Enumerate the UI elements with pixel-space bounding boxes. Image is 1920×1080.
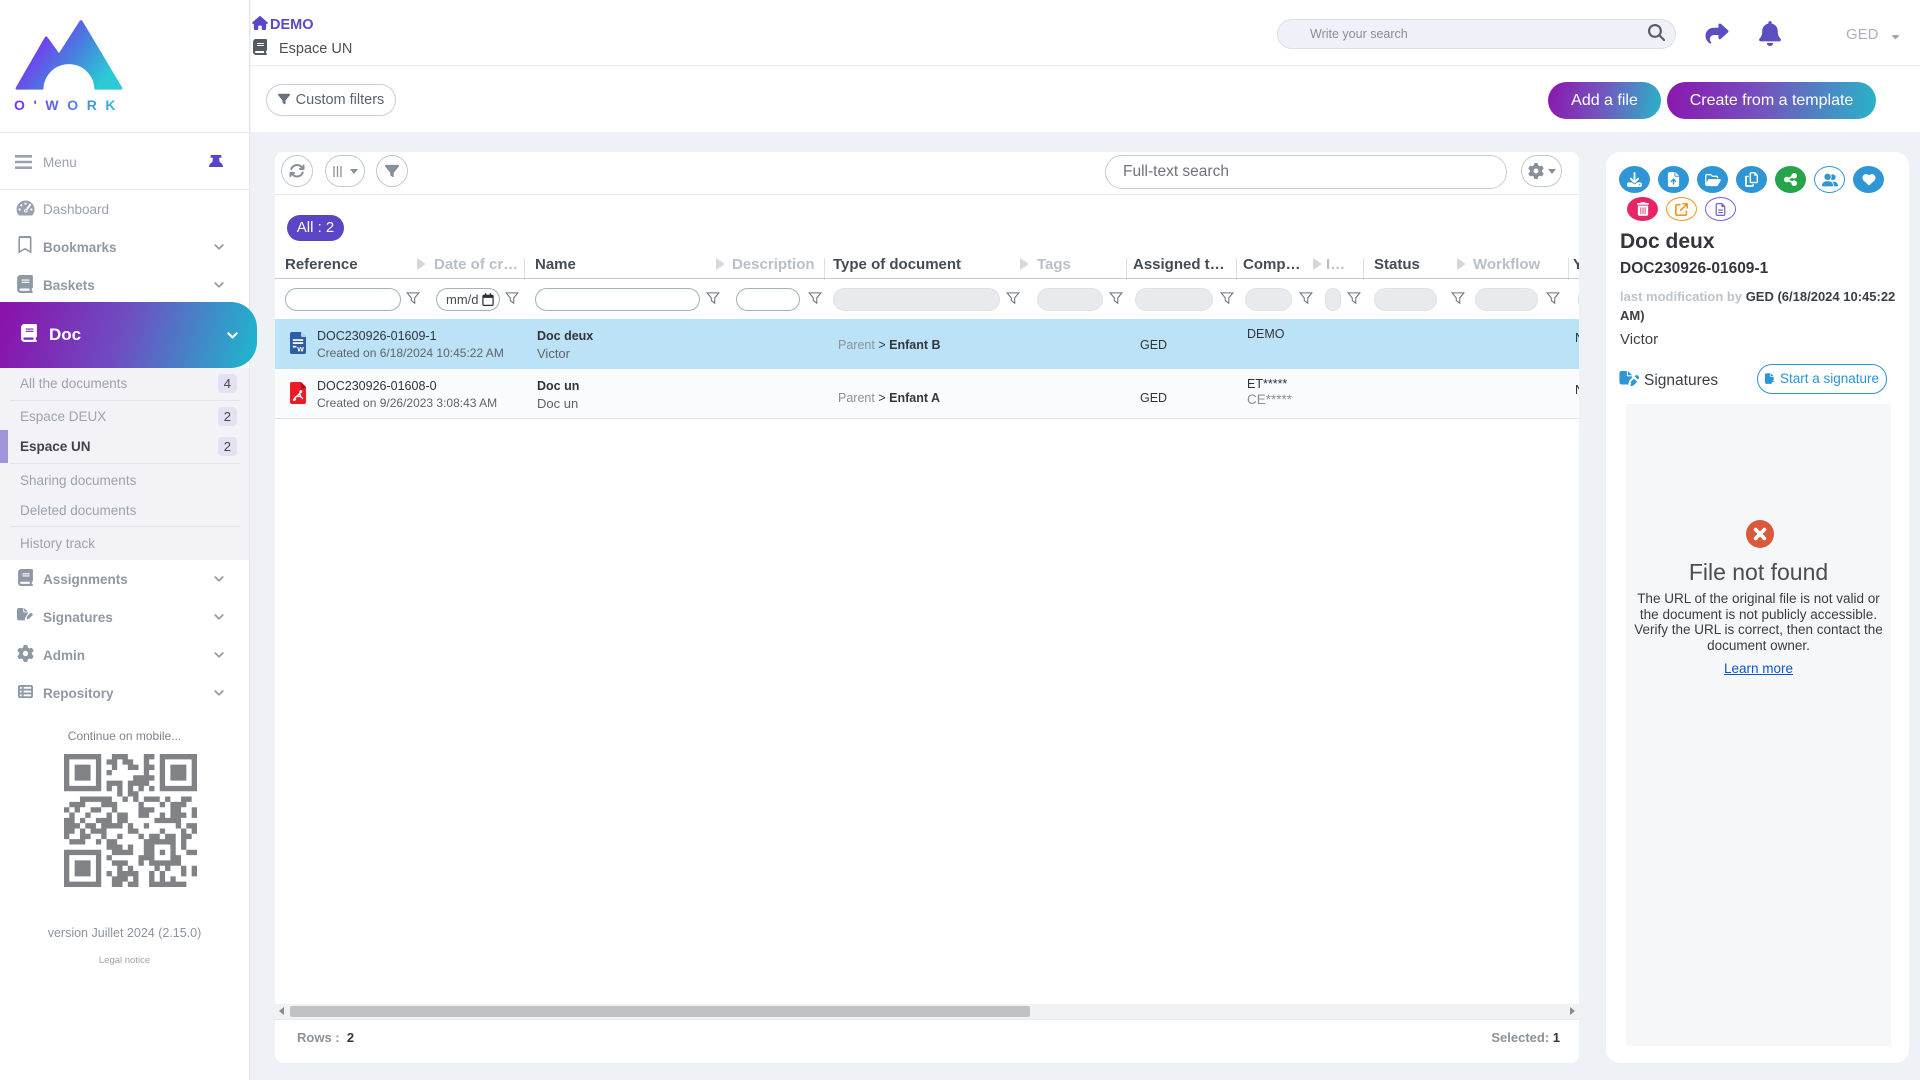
- svg-text:O'WORK: O'WORK: [14, 97, 124, 113]
- svg-text:w: w: [296, 344, 304, 354]
